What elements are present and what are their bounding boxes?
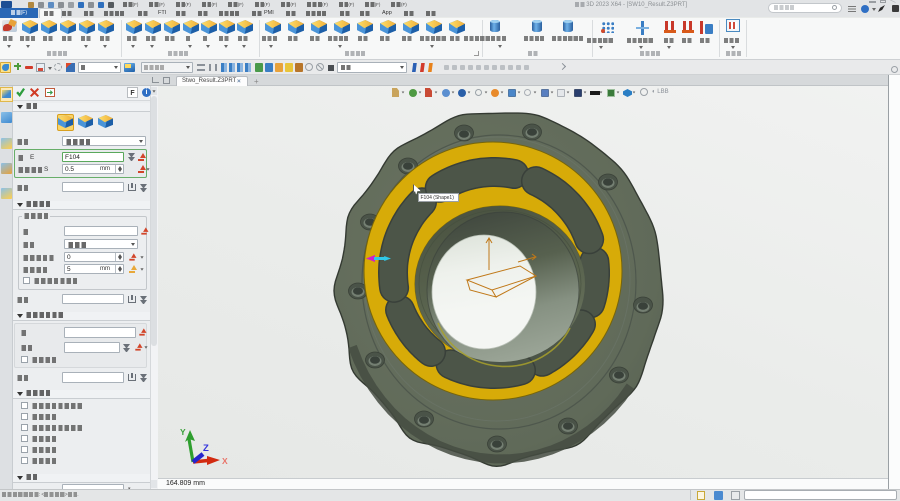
svg-text:X: X xyxy=(222,456,228,466)
svg-text:Y: Y xyxy=(180,427,186,437)
svg-text:Z: Z xyxy=(203,443,209,454)
